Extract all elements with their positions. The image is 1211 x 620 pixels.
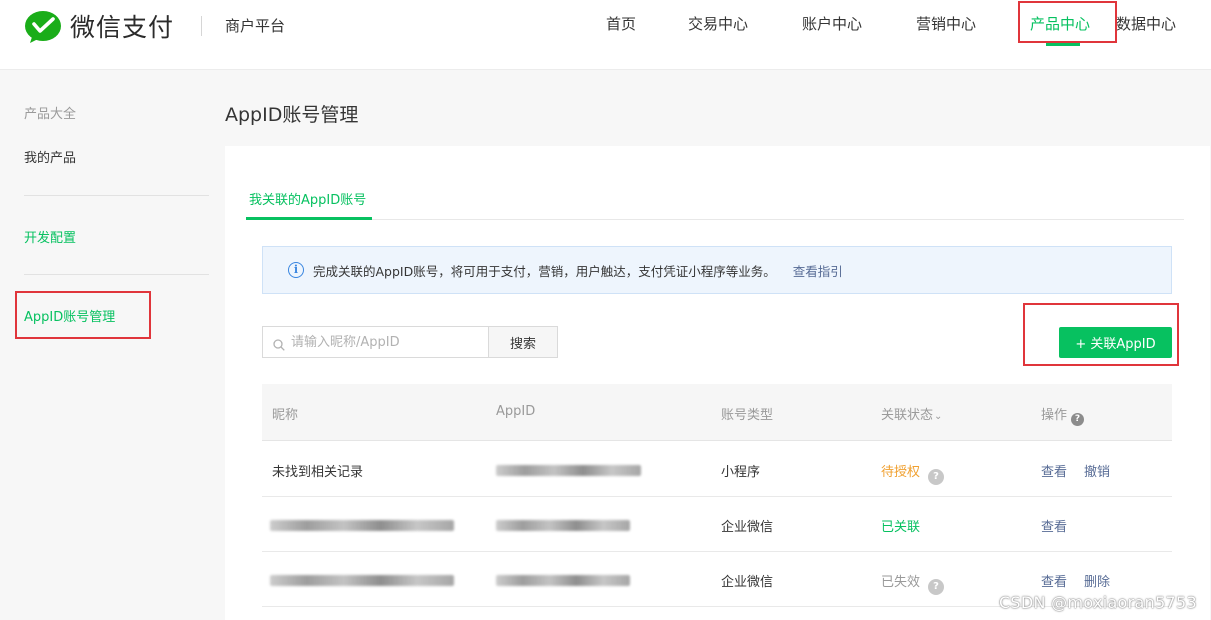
page-title: AppID账号管理 <box>225 104 359 126</box>
help-icon[interactable]: ? <box>1071 413 1085 426</box>
status-expired: 已失效 <box>881 575 921 590</box>
column-header-nickname: 昵称 <box>272 408 299 423</box>
tab-active-indicator <box>246 217 372 220</box>
cell-appid-redacted <box>496 518 630 533</box>
nav-data[interactable]: 数据中心 <box>1116 13 1176 34</box>
cell-status: 已失效? <box>881 571 945 595</box>
platform-name: 商户平台 <box>225 17 286 35</box>
column-header-status-label: 关联状态 <box>881 408 934 423</box>
wechat-pay-logo[interactable]: 微信支付 <box>24 8 174 44</box>
cell-type: 小程序 <box>721 465 761 480</box>
nav-home[interactable]: 首页 <box>606 13 636 34</box>
column-header-status[interactable]: 关联状态⌄ <box>881 404 942 423</box>
cell-appid-redacted <box>496 573 630 588</box>
highlight-box-add <box>1023 303 1179 366</box>
search-button[interactable]: 搜索 <box>488 326 558 358</box>
nav-active-indicator <box>1046 43 1080 46</box>
search-input[interactable] <box>291 327 486 357</box>
cell-type: 企业微信 <box>721 520 774 535</box>
notice-text: 完成关联的AppID账号，将可用于支付，营销，用户触达，支付凭证小程序等业务。 <box>313 263 776 279</box>
sidebar-divider <box>24 274 209 275</box>
revoke-link[interactable]: 撤销 <box>1084 461 1110 480</box>
column-header-type: 账号类型 <box>721 408 774 423</box>
sidebar-section-title: 产品大全 <box>24 107 77 122</box>
guide-link[interactable]: 查看指引 <box>793 261 843 280</box>
sidebar-item-my-products[interactable]: 我的产品 <box>24 147 76 166</box>
cell-status: 待授权? <box>881 461 945 485</box>
table-row: 企业微信 已关联 查看 <box>262 497 1172 552</box>
table-row: 未找到相关记录 小程序 待授权? 查看 撤销 <box>262 442 1172 497</box>
table-header: 昵称 AppID 账号类型 关联状态⌄ 操作? <box>262 384 1172 441</box>
search-icon <box>273 336 285 351</box>
cell-type: 企业微信 <box>721 575 774 590</box>
sidebar-divider <box>24 195 209 196</box>
tab-divider <box>246 219 1184 220</box>
view-link[interactable]: 查看 <box>1041 571 1067 590</box>
header-divider <box>201 16 202 36</box>
highlight-box-nav <box>1018 1 1117 43</box>
status-linked: 已关联 <box>881 520 921 535</box>
nav-account[interactable]: 账户中心 <box>802 13 862 34</box>
column-header-actions: 操作? <box>1041 404 1085 426</box>
column-header-actions-label: 操作 <box>1041 408 1068 423</box>
column-header-appid: AppID <box>496 404 536 419</box>
tab-linked-appid[interactable]: 我关联的AppID账号 <box>249 189 366 208</box>
highlight-box-sidebar <box>15 291 151 339</box>
brand-name: 微信支付 <box>70 13 175 42</box>
status-pending: 待授权 <box>881 465 921 480</box>
help-icon[interactable]: ? <box>928 579 945 595</box>
help-icon[interactable]: ? <box>928 469 945 485</box>
cell-nickname: 未找到相关记录 <box>272 465 364 480</box>
nav-transactions[interactable]: 交易中心 <box>688 13 748 34</box>
cell-nickname-redacted <box>270 518 454 533</box>
sidebar-item-dev-config[interactable]: 开发配置 <box>24 227 76 246</box>
info-icon: i <box>288 262 304 278</box>
nav-marketing[interactable]: 营销中心 <box>916 13 976 34</box>
view-link[interactable]: 查看 <box>1041 516 1067 535</box>
view-link[interactable]: 查看 <box>1041 461 1067 480</box>
wechat-logo-icon <box>24 10 64 43</box>
watermark: CSDN @moxiaoran5753 <box>998 593 1197 612</box>
chevron-down-icon: ⌄ <box>934 411 943 422</box>
search-box <box>262 326 489 358</box>
info-notice: i 完成关联的AppID账号，将可用于支付，营销，用户触达，支付凭证小程序等业务… <box>262 246 1172 294</box>
cell-nickname-redacted <box>270 573 454 588</box>
cell-appid-redacted <box>496 463 641 478</box>
delete-link[interactable]: 删除 <box>1084 571 1110 590</box>
